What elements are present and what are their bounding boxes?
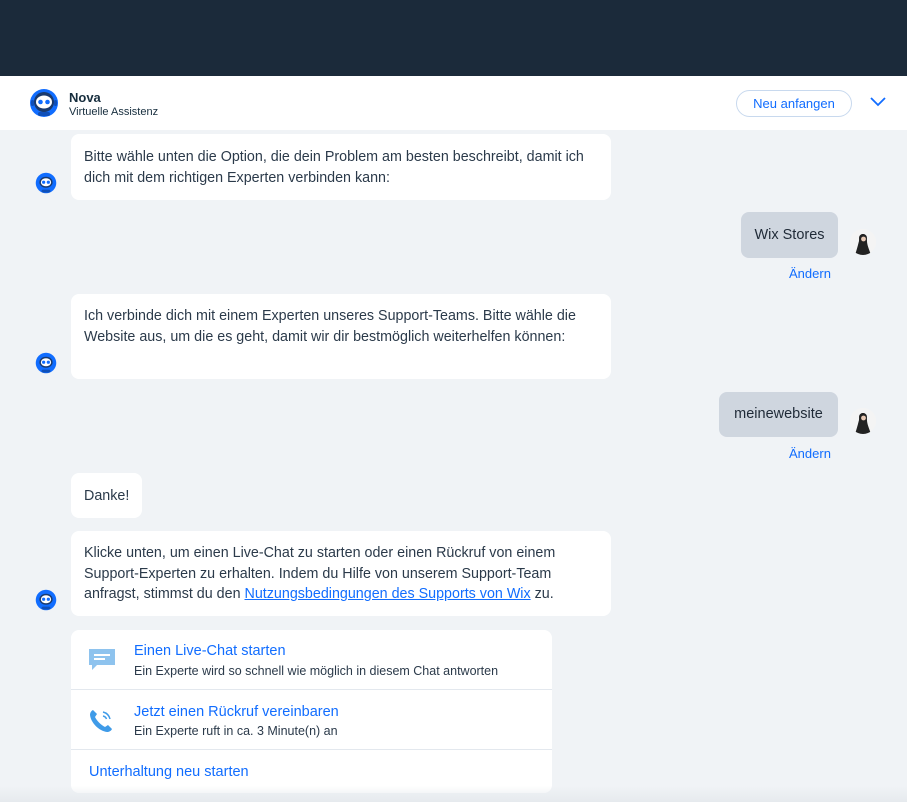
- live-chat-option[interactable]: Einen Live-Chat starten Ein Experte wird…: [71, 630, 552, 689]
- bot-message: Bitte wähle unten die Option, die dein P…: [71, 134, 611, 200]
- bot-avatar-icon: [35, 172, 57, 194]
- top-bar: [0, 0, 907, 76]
- live-chat-description: Ein Experte wird so schnell wie möglich …: [134, 664, 499, 678]
- callback-option[interactable]: Jetzt einen Rückruf vereinbaren Ein Expe…: [71, 690, 552, 749]
- change-link[interactable]: Ändern: [789, 446, 831, 461]
- user-message: meinewebsite: [719, 392, 838, 437]
- bottom-fade: [0, 786, 907, 802]
- support-terms-link[interactable]: Nutzungsbedingungen des Supports von Wix: [245, 586, 531, 602]
- chat-header: Nova Virtuelle Assistenz Neu anfangen: [0, 76, 907, 130]
- bot-message: Klicke unten, um einen Live-Chat zu star…: [71, 531, 611, 616]
- callback-description: Ein Experte ruft in ca. 3 Minute(n) an: [134, 724, 338, 738]
- user-message: Wix Stores: [741, 212, 838, 258]
- bot-avatar-icon: [35, 589, 57, 611]
- bot-message: Ich verbinde dich mit einem Experten uns…: [71, 294, 611, 379]
- bot-avatar-icon: [35, 352, 57, 374]
- user-avatar-icon: [850, 229, 876, 255]
- live-chat-title[interactable]: Einen Live-Chat starten: [134, 643, 286, 659]
- user-avatar: [850, 229, 876, 255]
- user-avatar: [850, 408, 876, 434]
- bot-message-text: zu.: [530, 586, 554, 602]
- restart-conversation-link[interactable]: Unterhaltung neu starten: [89, 764, 249, 780]
- user-avatar-icon: [850, 408, 876, 434]
- bot-name: Nova: [69, 90, 101, 105]
- chevron-down-icon[interactable]: [868, 95, 888, 109]
- change-link[interactable]: Ändern: [789, 266, 831, 281]
- bot-subtitle: Virtuelle Assistenz: [69, 106, 159, 118]
- callback-title[interactable]: Jetzt einen Rückruf vereinbaren: [134, 704, 339, 720]
- bot-avatar-icon: [30, 89, 58, 117]
- support-options-card: Einen Live-Chat starten Ein Experte wird…: [71, 630, 552, 793]
- divider: [71, 749, 552, 750]
- chat-bubble-icon: [89, 649, 115, 670]
- bot-message: Danke!: [71, 473, 142, 518]
- restart-button[interactable]: Neu anfangen: [736, 90, 852, 117]
- phone-icon: [90, 710, 112, 732]
